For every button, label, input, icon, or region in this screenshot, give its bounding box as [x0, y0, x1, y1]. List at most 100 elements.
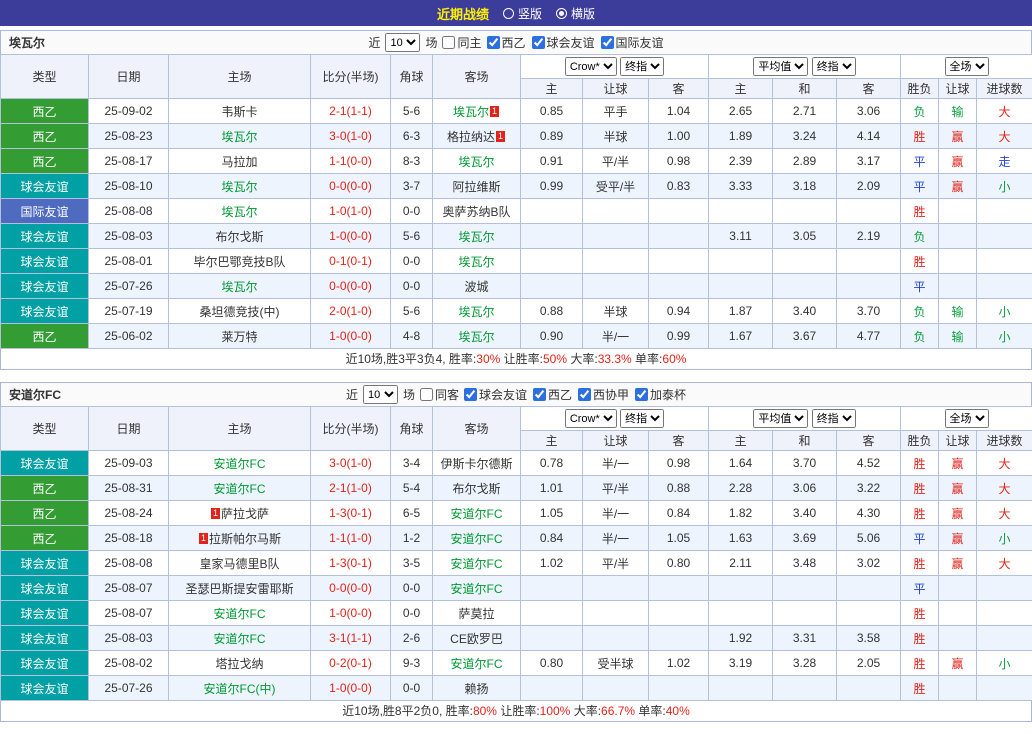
league-filter-checkbox[interactable]: 球会友谊: [531, 34, 595, 51]
away-team-link[interactable]: 埃瓦尔: [432, 323, 521, 349]
team-label: 埃瓦尔: [221, 129, 258, 144]
away-team-link[interactable]: 安道尔FC: [432, 650, 521, 676]
corner-score: 5-4: [390, 475, 433, 501]
home-team-link[interactable]: 安道尔FC: [168, 625, 311, 651]
result-goals: 大: [976, 500, 1032, 526]
odds-handicap: [582, 223, 649, 249]
same-venue-checkbox-input[interactable]: [419, 388, 433, 401]
league-checkbox-input[interactable]: [531, 36, 545, 49]
same-venue-checkbox[interactable]: 同主: [442, 34, 482, 51]
result-wdl: 平: [900, 575, 940, 601]
home-team-link[interactable]: 埃瓦尔: [168, 123, 311, 149]
match-date: 25-08-07: [88, 600, 169, 626]
avg-kind-select[interactable]: 终指: [811, 409, 856, 428]
away-team-link[interactable]: CE欧罗巴: [432, 625, 521, 651]
team-label: 安道尔FC: [450, 506, 503, 521]
home-team-link[interactable]: 皇家马德里B队: [168, 550, 311, 576]
home-team-link[interactable]: 圣瑟巴斯提安雷耶斯: [168, 575, 311, 601]
home-team-link[interactable]: 莱万特: [168, 323, 311, 349]
away-team-link[interactable]: 埃瓦尔: [432, 298, 521, 324]
league-filter-checkbox[interactable]: 球会友谊: [463, 386, 527, 403]
match-score: 2-0(1-0): [310, 298, 391, 324]
league-label: 西协甲: [593, 388, 630, 402]
home-team-link[interactable]: 马拉加: [168, 148, 311, 174]
odds-book-select[interactable]: Crow*: [564, 409, 617, 428]
view-vertical-radio[interactable]: 竖版: [502, 5, 542, 22]
same-venue-checkbox[interactable]: 同客: [419, 386, 459, 403]
away-team-link[interactable]: 波城: [432, 273, 521, 299]
view-horizontal-radio[interactable]: 横版: [556, 5, 595, 22]
away-team-link[interactable]: 奥萨苏纳B队: [432, 198, 521, 224]
avg-away-odds: 2.09: [836, 173, 902, 199]
away-team-link[interactable]: 埃瓦尔: [432, 148, 521, 174]
home-team-link[interactable]: 安道尔FC: [168, 450, 311, 476]
near-label: 近: [345, 388, 358, 402]
away-team-link[interactable]: 萨莫拉: [432, 600, 521, 626]
home-team-link[interactable]: 韦斯卡: [168, 98, 311, 124]
league-checkbox-input[interactable]: [533, 388, 546, 401]
avg-draw-odds: 2.89: [772, 148, 838, 174]
league-checkbox-input[interactable]: [486, 36, 500, 49]
avg-away-odds: [836, 675, 902, 701]
away-team-link[interactable]: 埃瓦尔 1: [432, 98, 521, 124]
away-team-link[interactable]: 阿拉维斯: [432, 173, 521, 199]
odds-book-select[interactable]: Crow*: [564, 57, 617, 76]
odds-kind-select[interactable]: 终指: [620, 57, 665, 76]
home-team-link[interactable]: 塔拉戈纳: [168, 650, 311, 676]
match-row: 西乙 25-06-02 莱万特 1-0(0-0) 4-8 埃瓦尔 0.90 半/…: [0, 323, 1032, 349]
same-venue-checkbox-input[interactable]: [442, 36, 456, 49]
result-handicap: [938, 273, 978, 299]
away-team-link[interactable]: 埃瓦尔: [432, 248, 521, 274]
result-handicap: 输: [938, 298, 978, 324]
home-team-link[interactable]: 毕尔巴鄂竞技B队: [168, 248, 311, 274]
home-team-link[interactable]: 安道尔FC: [168, 475, 311, 501]
match-count-select[interactable]: 10: [385, 33, 421, 52]
col-score: 比分(半场): [310, 54, 391, 99]
away-team-link[interactable]: 伊斯卡尔德斯: [432, 450, 521, 476]
team-label: 埃瓦尔: [458, 229, 495, 244]
league-checkbox-input[interactable]: [600, 36, 614, 49]
home-team-link[interactable]: 布尔戈斯: [168, 223, 311, 249]
avg-draw-odds: 3.18: [772, 173, 838, 199]
home-team-link[interactable]: 1 拉斯帕尔马斯: [168, 525, 311, 551]
away-team-link[interactable]: 安道尔FC: [432, 500, 521, 526]
match-row: 球会友谊 25-07-26 安道尔FC(中) 1-0(0-0) 0-0 赖扬 胜: [0, 675, 1032, 701]
league-filter-checkbox[interactable]: 西乙: [486, 34, 526, 51]
away-team-link[interactable]: 埃瓦尔: [432, 223, 521, 249]
team-label: 埃瓦尔: [221, 279, 258, 294]
avg-draw-odds: [772, 600, 838, 626]
away-team-link[interactable]: 格拉纳达 1: [432, 123, 521, 149]
home-team-link[interactable]: 桑坦德竞技(中): [168, 298, 311, 324]
match-count-select[interactable]: 10: [362, 385, 398, 404]
fulltime-select[interactable]: 全场: [944, 57, 989, 76]
home-team-link[interactable]: 安道尔FC(中): [168, 675, 311, 701]
away-team-link[interactable]: 安道尔FC: [432, 550, 521, 576]
odds-handicap: 受半球: [582, 650, 649, 676]
fulltime-select[interactable]: 全场: [944, 409, 989, 428]
away-team-link[interactable]: 布尔戈斯: [432, 475, 521, 501]
home-team-link[interactable]: 安道尔FC: [168, 600, 311, 626]
odds-away: [647, 600, 710, 626]
avg-select[interactable]: 平均值: [753, 409, 809, 428]
league-checkbox-input[interactable]: [578, 388, 592, 401]
league-filter-checkbox[interactable]: 西乙: [533, 386, 572, 403]
league-checkbox-input[interactable]: [635, 388, 649, 401]
home-team-link[interactable]: 埃瓦尔: [168, 173, 311, 199]
home-team-link[interactable]: 1 萨拉戈萨: [168, 500, 311, 526]
away-team-link[interactable]: 安道尔FC: [432, 525, 521, 551]
competition-badge: 球会友谊: [0, 273, 89, 299]
home-team-link[interactable]: 埃瓦尔: [168, 273, 311, 299]
league-filter-checkbox[interactable]: 加泰杯: [635, 386, 686, 403]
home-team-link[interactable]: 埃瓦尔: [168, 198, 311, 224]
competition-badge: 球会友谊: [0, 173, 89, 199]
odds-kind-select[interactable]: 终指: [620, 409, 665, 428]
avg-select[interactable]: 平均值: [753, 57, 809, 76]
col-avg-away: 客: [836, 78, 902, 99]
away-team-link[interactable]: 赖扬: [432, 675, 521, 701]
rank-badge: 1: [210, 507, 220, 519]
league-checkbox-input[interactable]: [463, 388, 477, 401]
away-team-link[interactable]: 安道尔FC: [432, 575, 521, 601]
avg-kind-select[interactable]: 终指: [811, 57, 856, 76]
league-filter-checkbox[interactable]: 西协甲: [578, 386, 629, 403]
league-filter-checkbox[interactable]: 国际友谊: [600, 34, 664, 51]
